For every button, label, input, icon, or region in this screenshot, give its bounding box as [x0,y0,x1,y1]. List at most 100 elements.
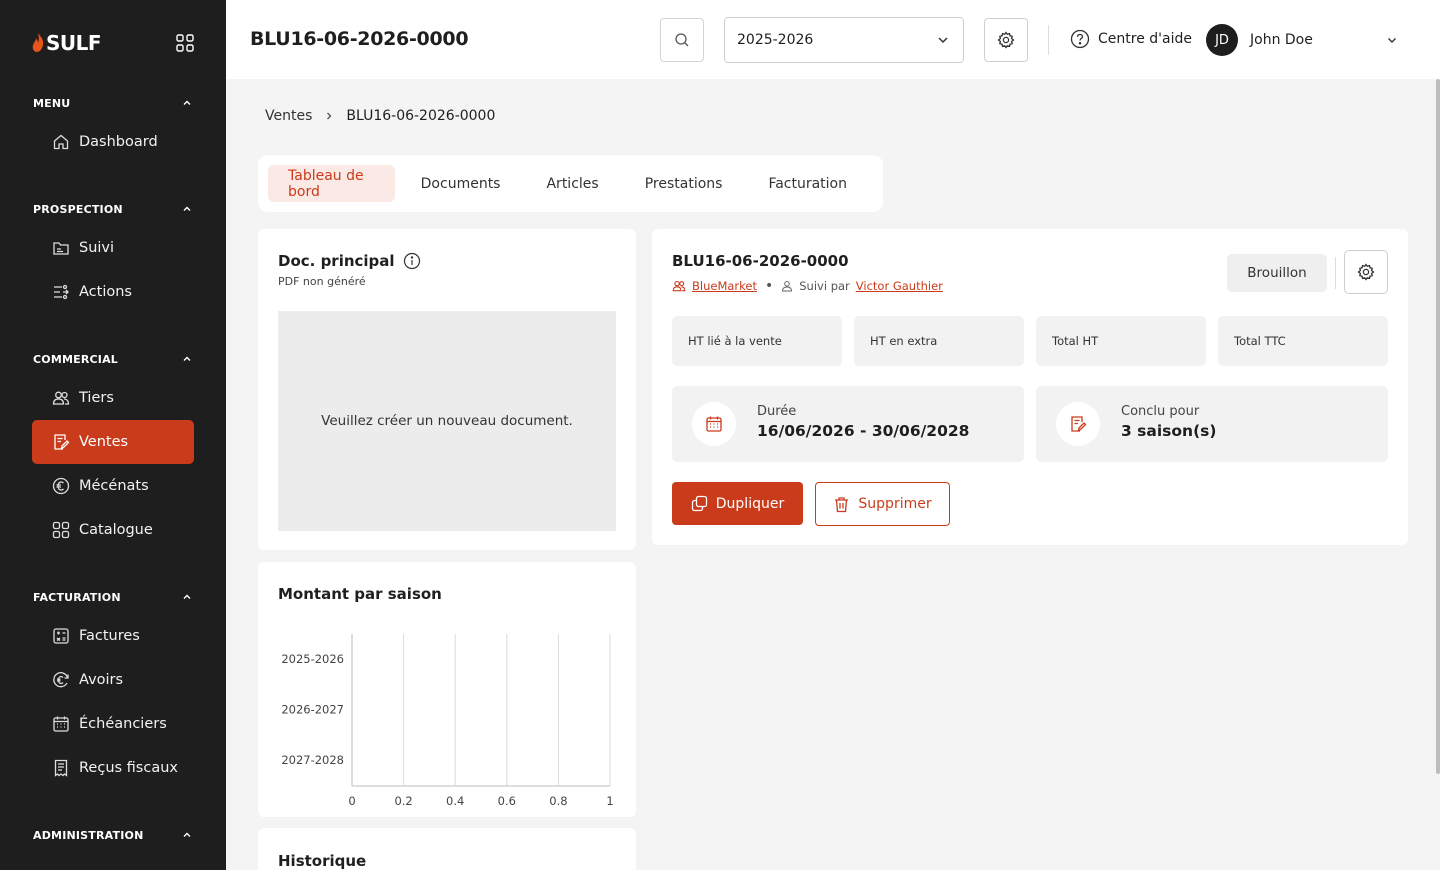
sidebar-item-avoirs[interactable]: Avoirs [32,658,194,702]
followed-by-prefix: Suivi par [799,279,850,293]
sale-title: BLU16-06-2026-0000 [672,252,849,270]
help-label: Centre d'aide [1098,31,1192,47]
section-header-prospection[interactable]: PROSPECTION [0,192,226,226]
doc-preview-placeholder: Veuillez créer un nouveau document. [278,311,616,531]
tabs: Tableau de bord Documents Articles Prest… [258,155,883,212]
delete-button[interactable]: Supprimer [815,482,950,526]
sidebar-item-dashboard[interactable]: Dashboard [32,120,194,164]
sidebar-item-actions[interactable]: Actions [32,270,194,314]
concluded-label: Conclu pour [1121,404,1200,419]
y-tick-label: 2027-2028 [281,753,344,767]
section-header-administration[interactable]: ADMINISTRATION [0,818,226,852]
doc-subtitle: PDF non généré [278,275,366,288]
stat-total-ht: Total HT [1036,316,1206,366]
doc-principal-card: Doc. principal PDF non généré Veuillez c… [258,229,636,550]
search-icon [675,33,689,47]
season-select[interactable]: 2025-2026 [724,17,964,63]
document-edit-icon [54,434,70,450]
grid-icon [52,521,70,539]
x-tick-label: 0.4 [446,794,464,808]
help-link[interactable]: Centre d'aide [1070,29,1192,49]
section-header-commercial[interactable]: COMMERCIAL [0,342,226,376]
concluded-icon-wrap [1056,402,1100,446]
sidebar-item-label: Mécénats [79,478,149,494]
avatar: JD [1206,24,1238,56]
tab-facturation[interactable]: Facturation [748,165,867,202]
sidebar-item-ventes[interactable]: Ventes [32,420,194,464]
help-icon [1070,29,1090,49]
chevron-up-icon [183,206,191,211]
section-administration: ADMINISTRATION [0,818,226,852]
sidebar-item-label: Reçus fiscaux [79,760,178,776]
apps-grid-icon[interactable] [176,34,194,52]
section-title: MENU [33,96,71,110]
section-facturation: FACTURATION Factures Avoirs Échéanciers … [0,580,226,790]
duration-icon-wrap [692,402,736,446]
sidebar-item-echeanciers[interactable]: Échéanciers [32,702,194,746]
stat-ht-lie-vente: HT lié à la vente [672,316,842,366]
sidebar-item-factures[interactable]: Factures [32,614,194,658]
user-menu[interactable]: JD John Doe [1206,24,1313,56]
info-icon[interactable] [403,252,421,270]
chevron-down-icon [938,37,948,44]
receipt-icon [54,759,68,777]
section-header-menu[interactable]: MENU [0,86,226,120]
tab-documents[interactable]: Documents [401,165,521,202]
sidebar-item-label: Échéanciers [79,716,167,732]
home-icon [53,134,69,150]
sidebar-item-catalogue[interactable]: Catalogue [32,508,194,552]
breadcrumb-ventes[interactable]: Ventes [265,108,312,124]
actions-icon [54,284,69,300]
divider [1048,25,1049,55]
duration-box: Durée 16/06/2026 - 30/06/2028 [672,386,1024,462]
euro-refund-icon [53,672,69,688]
duplicate-label: Dupliquer [715,495,785,512]
gear-icon [997,31,1015,49]
logo-text: SULF [46,31,102,55]
historique-card: Historique [258,828,636,870]
concluded-box: Conclu pour 3 saison(s) [1036,386,1388,462]
y-tick-label: 2025-2026 [281,652,344,666]
sidebar-item-suivi[interactable]: Suivi [32,226,194,270]
y-tick-label: 2026-2027 [281,703,344,717]
section-header-facturation[interactable]: FACTURATION [0,580,226,614]
chevron-down-icon[interactable] [1386,34,1398,46]
section-title: PROSPECTION [33,202,123,216]
duration-label: Durée [757,404,797,419]
calendar-icon [706,416,722,432]
duplicate-button[interactable]: Dupliquer [672,482,803,525]
sidebar-item-recus-fiscaux[interactable]: Reçus fiscaux [32,746,194,790]
followed-by-link[interactable]: Victor Gauthier [856,279,943,293]
logo[interactable]: SULF [32,31,102,55]
sale-settings-button[interactable] [1344,250,1388,294]
status-badge[interactable]: Brouillon [1227,254,1327,292]
section-menu: MENU Dashboard [0,86,226,164]
historique-title: Historique [278,852,367,870]
sidebar-item-label: Ventes [79,434,129,450]
sidebar-item-mecenats[interactable]: Mécénats [32,464,194,508]
sale-summary-card: BLU16-06-2026-0000 BlueMarket • Suivi pa… [652,229,1408,545]
chevron-right-icon [327,112,332,120]
scrollbar[interactable] [1436,79,1440,774]
x-tick-label: 0.6 [498,794,516,808]
montant-par-saison-chart: 0 0.2 0.4 0.6 0.8 1 2025-2026 2026-2027 2027-202… [281,634,614,808]
x-tick-label: 0.8 [549,794,567,808]
sidebar-item-tiers[interactable]: Tiers [32,376,194,420]
client-link[interactable]: BlueMarket [692,279,757,293]
x-tick-label: 0.2 [394,794,412,808]
chevron-up-icon [183,356,191,361]
sidebar-item-label: Catalogue [79,522,153,538]
bullet-separator: • [764,278,774,294]
tab-articles[interactable]: Articles [526,165,618,202]
season-select-value: 2025-2026 [737,32,814,48]
sale-meta: BlueMarket • Suivi par Victor Gauthier [672,278,943,294]
x-tick-label: 1 [606,794,613,808]
settings-button[interactable] [984,18,1028,62]
breadcrumb-current: BLU16-06-2026-0000 [346,108,496,124]
user-icon [782,281,793,292]
search-button[interactable] [660,18,704,62]
sidebar-item-label: Avoirs [79,672,124,688]
tab-prestations[interactable]: Prestations [625,165,743,202]
tab-tableau-de-bord[interactable]: Tableau de bord [268,165,395,202]
stat-ht-extra: HT en extra [854,316,1024,366]
